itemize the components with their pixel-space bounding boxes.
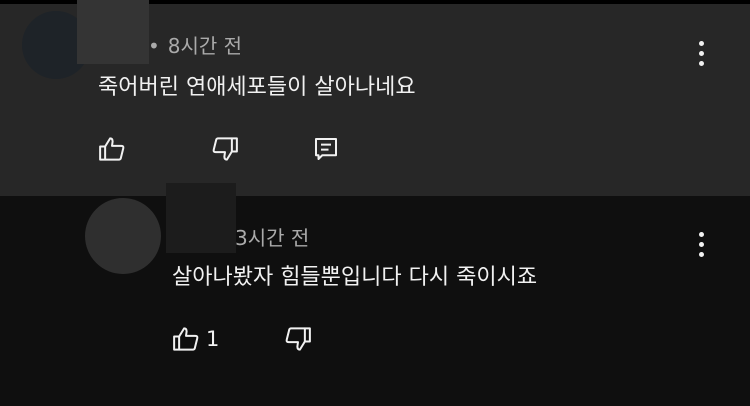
comment-meta: • 8시간 전 (148, 30, 242, 59)
comment-timestamp[interactable]: 3시간 전 (235, 222, 309, 251)
comment-text: 죽어버린 연애세포들이 살아나네요 (98, 75, 416, 100)
dislike-icon[interactable] (283, 324, 313, 354)
more-options-icon[interactable] (697, 232, 707, 258)
comment-text: 살아나봤자 힘들뿐입니다 다시 죽이시죠 (172, 265, 538, 290)
like-icon[interactable] (171, 324, 201, 354)
like-count: 1 (206, 327, 220, 351)
like-icon[interactable] (97, 134, 127, 164)
reply-icon[interactable] (311, 134, 341, 164)
meta-separator: • (148, 34, 160, 58)
more-options-icon[interactable] (697, 41, 707, 67)
comment-timestamp[interactable]: 8시간 전 (168, 34, 242, 58)
dislike-icon[interactable] (210, 134, 240, 164)
avatar[interactable] (85, 198, 161, 274)
blurred-username (166, 183, 236, 253)
blurred-username (77, 0, 149, 64)
